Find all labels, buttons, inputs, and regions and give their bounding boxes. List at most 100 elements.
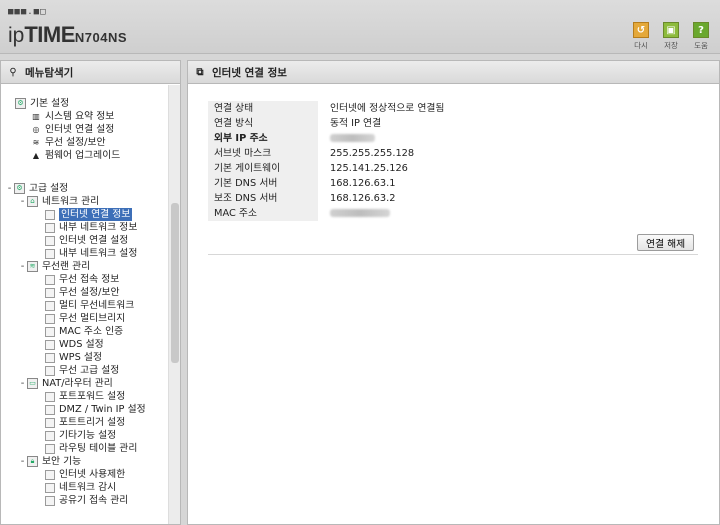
info-row-method: 연결 방식 동적 IP 연결 [208,116,698,131]
tree-item-firmware-upgrade[interactable]: ▲ 펌웨어 업그레이드 [31,149,120,162]
tree-item-label: MAC 주소 인증 [59,326,124,337]
collapse-icon: - [20,378,25,389]
tree-item-multi-ssid[interactable]: 멀티 무선네트워크 [45,299,134,312]
tree-item-label: 포트포워드 설정 [59,391,126,402]
tree-item-lan-setup[interactable]: 내부 네트워크 설정 [45,247,137,260]
tree-item-security[interactable]: - 🔒︎ 보안 기능 [18,455,81,468]
tree-item-wlan-management[interactable]: - ≋ 무선랜 관리 [18,260,90,273]
page-icon [45,235,55,246]
tree-item-label: 멀티 무선네트워크 [59,300,135,311]
tree-item-multi-bridge[interactable]: 무선 멀티브리지 [45,312,125,325]
scroll-thumb[interactable] [171,203,179,363]
page-icon [45,417,55,428]
toolbar: ↺ 다시 ▣ 저장 ? 도움 [630,22,712,51]
help-button[interactable]: ? 도움 [690,22,712,51]
window-icon: ⧉ [196,66,204,78]
info-row-dns2: 보조 DNS 서버 168.126.63.2 [208,191,698,206]
tree-item-label: 고급 설정 [29,183,69,194]
tree-item-label: WPS 설정 [59,352,102,363]
tree-item-label: 무선 설정/보안 [45,137,106,148]
page-icon [45,274,55,285]
tree-item-wireless-settings[interactable]: 무선 설정/보안 [45,286,120,299]
wireless-icon: ≋ [32,138,40,147]
tree-item-label: NAT/라우터 관리 [42,378,113,389]
page-icon [45,430,55,441]
tree-item-label: 무선 설정/보안 [59,287,120,298]
tree-item-misc[interactable]: 기타기능 설정 [45,429,116,442]
menu-scrollbar[interactable] [168,85,180,524]
info-key: 기본 DNS 서버 [208,176,318,191]
info-key: 서브넷 마스크 [208,146,318,161]
tree-item-label: 무선 멀티브리지 [59,313,126,324]
tree-item-advanced-settings[interactable]: - ⚙ 고급 설정 [5,182,68,195]
folder-gear-icon: ⚙ [15,98,26,109]
collapse-icon: - [20,456,25,467]
tree-item-dmz-twinip[interactable]: DMZ / Twin IP 설정 [45,403,146,416]
tree-item-router-access[interactable]: 공유기 접속 관리 [45,494,128,507]
tree-item-port-trigger[interactable]: 포트트리거 설정 [45,416,125,429]
upgrade-icon: ▲ [32,151,40,160]
router-icon: ▭ [27,378,38,389]
page-icon [45,326,55,337]
logo-time: TIME [24,22,75,47]
tree-item-wireless-security[interactable]: ≋ 무선 설정/보안 [31,136,106,149]
info-key: 기본 게이트웨이 [208,161,318,176]
page-icon [45,313,55,324]
menu-explorer-header: ⚲ 메뉴탐색기 [1,61,180,84]
tree-item-label: 인터넷 연결 정보 [59,208,133,221]
page-icon [45,469,55,480]
tree-item-internet-restrict[interactable]: 인터넷 사용제한 [45,468,125,481]
tree-item-network-monitor[interactable]: 네트워크 감시 [45,481,116,494]
page-icon [45,287,55,298]
info-row-mac: MAC 주소 [208,206,698,221]
tree-item-lan-info[interactable]: 내부 네트워크 정보 [45,221,137,234]
menu-explorer-title: 메뉴탐색기 [25,66,74,79]
chart-icon: ▥ [32,112,40,121]
tree-item-label: 펌웨어 업그레이드 [45,150,121,161]
info-row-subnet: 서브넷 마스크 255.255.255.128 [208,146,698,161]
refresh-icon: ↺ [633,22,649,38]
page-icon [45,300,55,311]
info-value: 동적 IP 연결 [330,118,382,129]
tree-item-nat-router[interactable]: - ▭ NAT/라우터 관리 [18,377,113,390]
logo-model: N704NS [74,30,128,45]
tree-item-wireless-advanced[interactable]: 무선 고급 설정 [45,364,119,377]
page-icon [45,443,55,454]
tree-item-label: DMZ / Twin IP 설정 [59,404,146,415]
tree-item-label: 보안 기능 [42,456,82,467]
content-panel: ⧉ 인터넷 연결 정보 연결 상태 인터넷에 정상적으로 연결됨 연결 방식 동적 … [187,60,720,525]
tree-item-label: 포트트리거 설정 [59,417,126,428]
info-row-status: 연결 상태 인터넷에 정상적으로 연결됨 [208,101,698,116]
tree-item-internet-setup-2[interactable]: 인터넷 연결 설정 [45,234,128,247]
content-header: ⧉ 인터넷 연결 정보 [188,61,719,84]
logo-ip: ip [8,24,25,47]
page-icon [45,391,55,402]
collapse-icon: - [7,183,12,194]
info-key: 보조 DNS 서버 [208,191,318,206]
save-button[interactable]: ▣ 저장 [660,22,682,51]
tree-item-label: 인터넷 연결 설정 [45,124,115,135]
tree-item-wds[interactable]: WDS 설정 [45,338,104,351]
tree-item-mac-auth[interactable]: MAC 주소 인증 [45,325,123,338]
tree-item-wps[interactable]: WPS 설정 [45,351,102,364]
tree-item-system-summary[interactable]: ▥ 시스템 요약 정보 [31,110,114,123]
info-key: 연결 상태 [208,101,318,116]
folder-gear-icon: ⚙ [14,183,25,194]
refresh-button[interactable]: ↺ 다시 [630,22,652,51]
page-icon [45,222,55,233]
disconnect-button[interactable]: 연결 해제 [637,234,695,251]
redacted-value [330,134,375,142]
tree-item-wireless-access-info[interactable]: 무선 접속 정보 [45,273,119,286]
collapse-icon: - [20,261,25,272]
page-icon [45,404,55,415]
help-icon: ? [693,22,709,38]
tree-item-routing-table[interactable]: 라우팅 테이블 관리 [45,442,137,455]
tree-item-basic-settings[interactable]: ⚙ 기본 설정 [15,97,69,110]
tree-item-label: 네트워크 관리 [42,196,100,207]
refresh-label: 다시 [634,41,648,50]
tree-item-network-management[interactable]: - ⌂ 네트워크 관리 [18,195,99,208]
tree-item-port-forward[interactable]: 포트포워드 설정 [45,390,125,403]
page-icon [45,365,55,376]
tree-item-internet-info[interactable]: 인터넷 연결 정보 [45,208,133,221]
tree-item-internet-setup[interactable]: ◎ 인터넷 연결 설정 [31,123,115,136]
